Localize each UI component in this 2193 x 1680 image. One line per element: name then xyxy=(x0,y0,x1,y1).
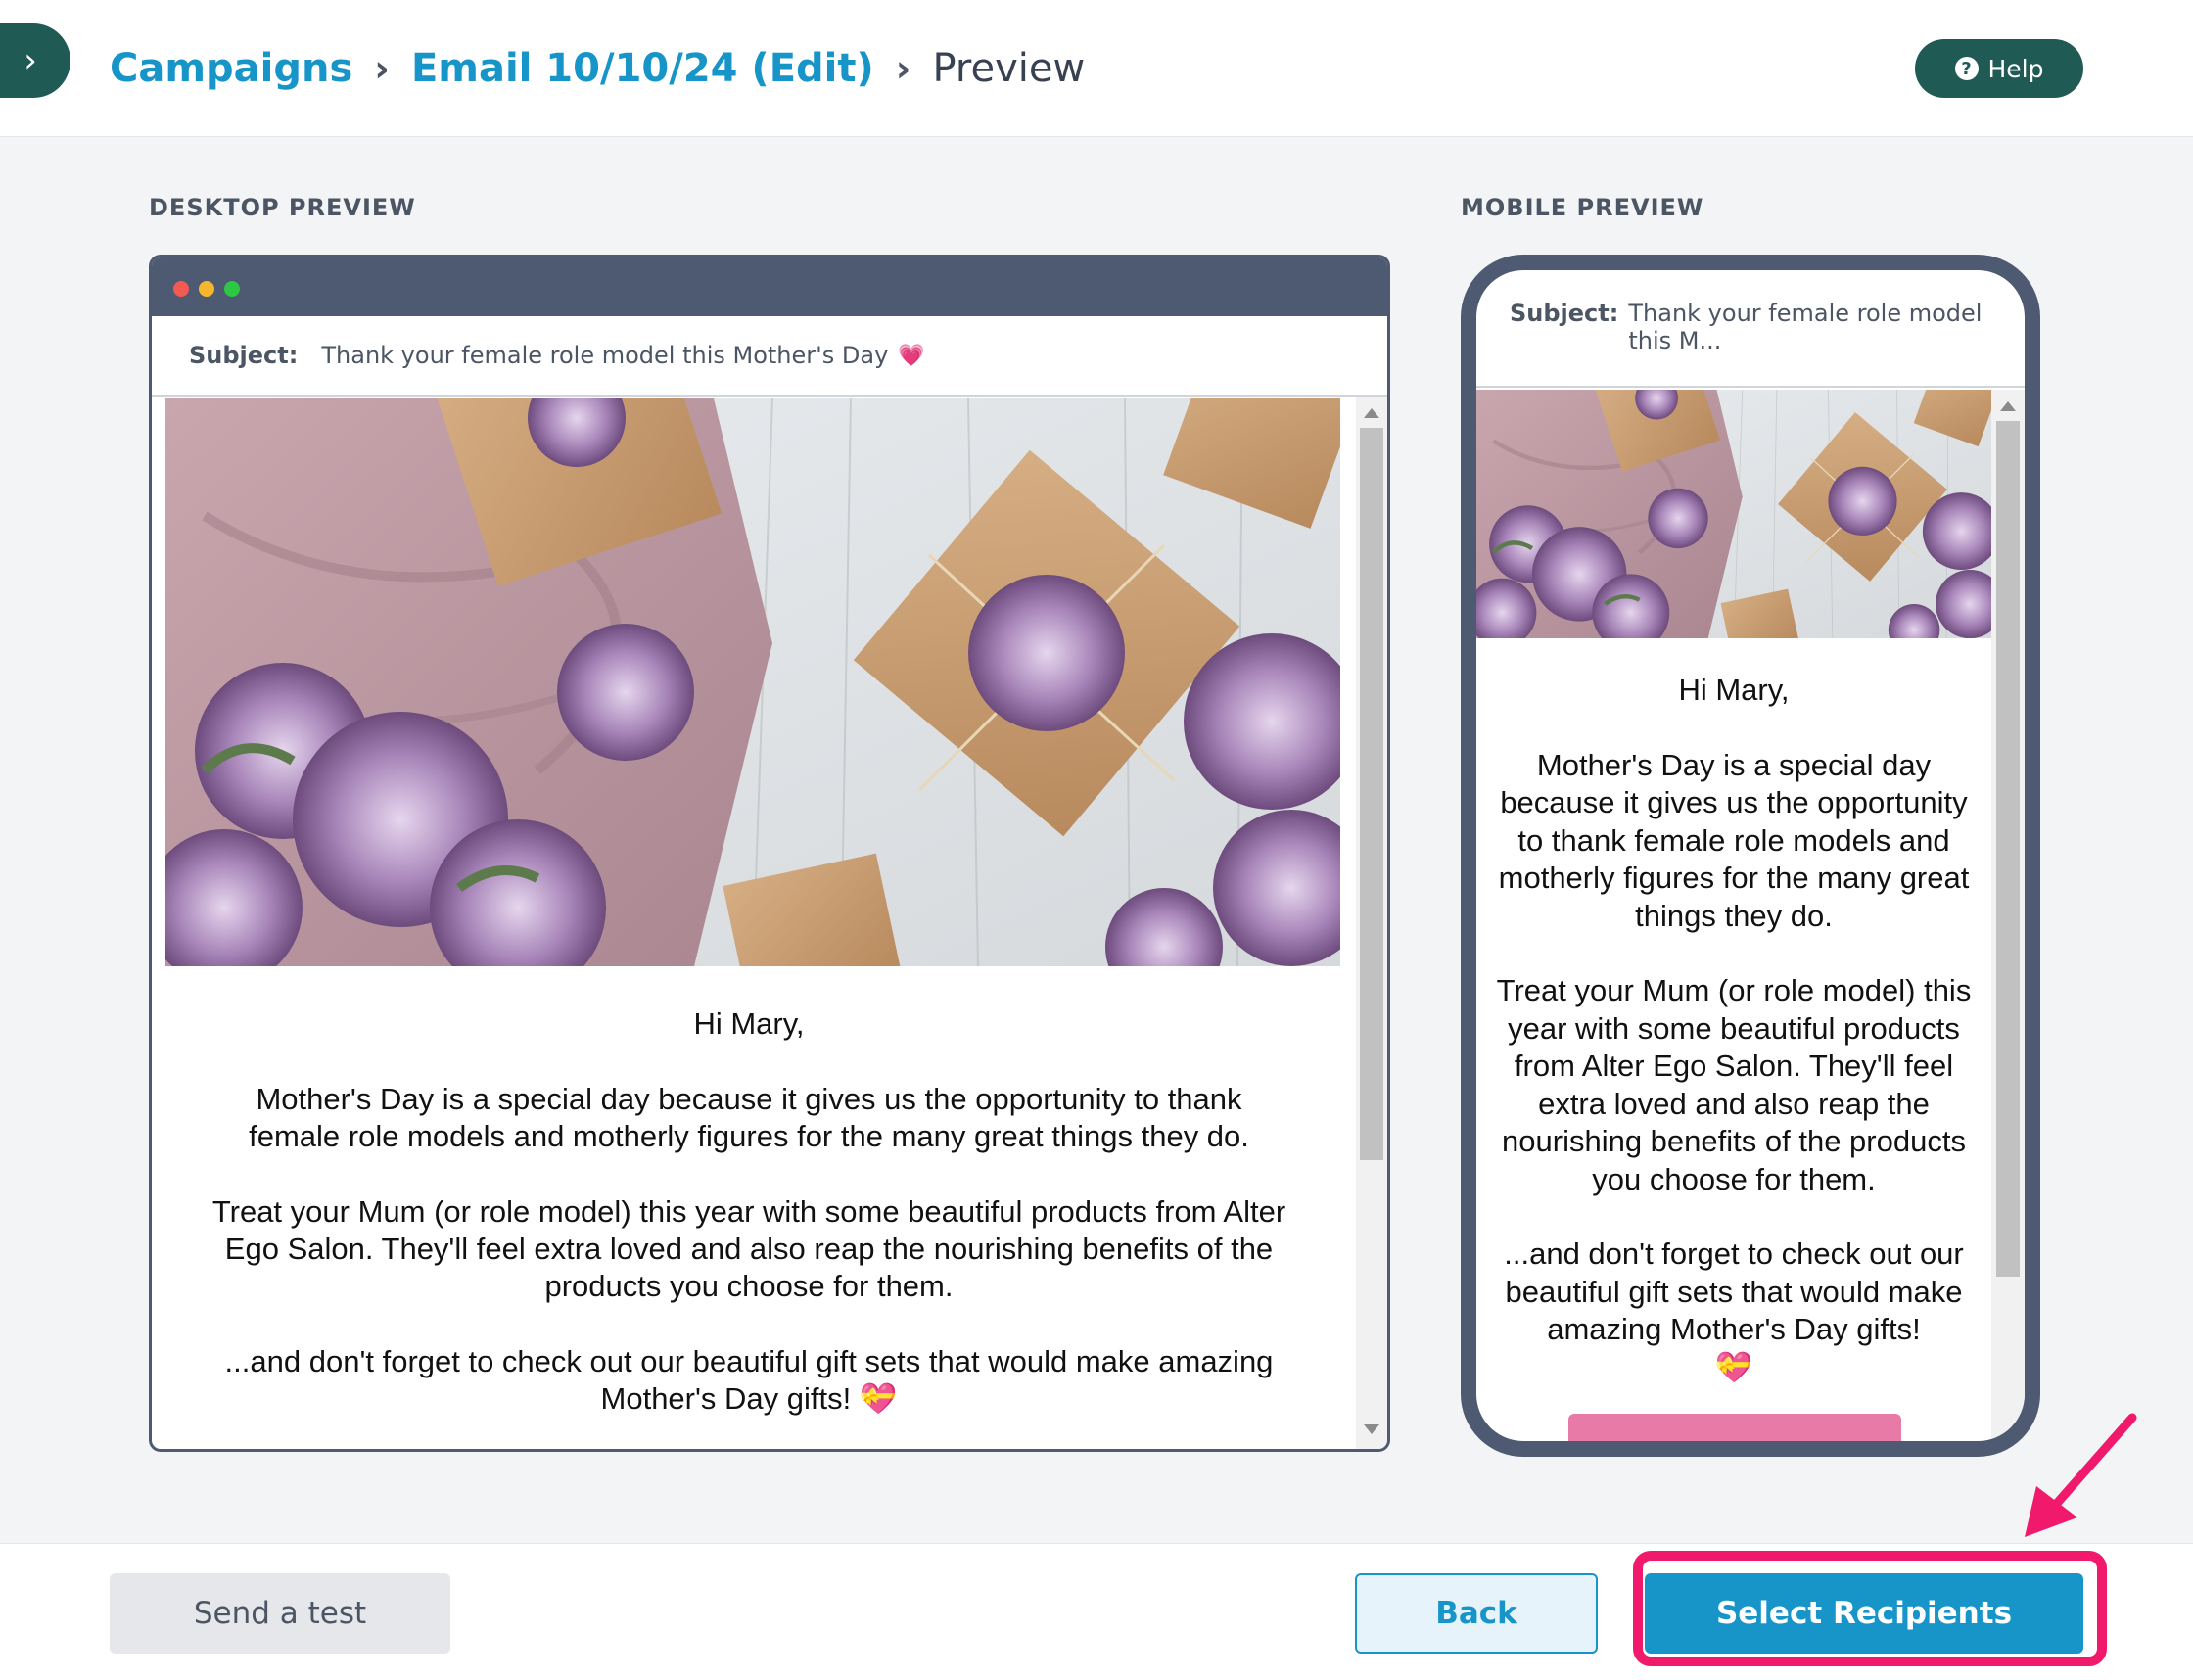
desktop-scrollbar[interactable] xyxy=(1356,397,1387,1449)
email-paragraph-3: ...and don't forget to check out our bea… xyxy=(1504,1237,1964,1384)
scroll-thumb[interactable] xyxy=(1360,428,1383,1160)
hero-image xyxy=(1476,390,1991,638)
subject-label: Subject: xyxy=(1510,300,1619,327)
scroll-thumb[interactable] xyxy=(1996,421,2020,1277)
window-titlebar xyxy=(152,257,1387,316)
chevron-right-icon: › xyxy=(895,47,911,90)
email-paragraph-1: Mother's Day is a special day because it… xyxy=(249,1082,1249,1153)
back-button[interactable]: Back xyxy=(1355,1573,1598,1654)
subject-label: Subject: xyxy=(189,342,299,369)
chevron-right-icon: › xyxy=(374,47,390,90)
sidebar-toggle-button[interactable]: › xyxy=(0,23,70,98)
scroll-up-icon[interactable] xyxy=(2000,401,2016,411)
send-test-button[interactable]: Send a test xyxy=(110,1573,450,1654)
email-body: Hi Mary, Mother's Day is a special day b… xyxy=(210,1005,1287,1449)
mobile-scrollbar[interactable] xyxy=(1991,390,2025,1441)
email-greeting: Hi Mary, xyxy=(1678,673,1790,707)
gift-heart-icon: 💝 xyxy=(859,1381,898,1416)
close-dot-icon xyxy=(173,281,189,297)
help-button[interactable]: ? Help xyxy=(1915,39,2083,98)
desktop-preview-label: DESKTOP PREVIEW xyxy=(149,194,416,221)
subject-text: Thank your female role model this Mother… xyxy=(321,342,889,369)
email-cta-button[interactable] xyxy=(1568,1414,1901,1441)
email-paragraph-2: Treat your Mum (or role model) this year… xyxy=(1496,973,1972,1196)
mobile-preview-frame: Subject: Thank your female role model th… xyxy=(1461,255,2040,1457)
email-paragraph-1: Mother's Day is a special day because it… xyxy=(1498,747,1970,933)
annotation-highlight xyxy=(1633,1551,2107,1666)
breadcrumb-email-link[interactable]: Email 10/10/24 (Edit) xyxy=(411,46,874,91)
heart-icon: 💗 xyxy=(898,343,925,368)
help-label: Help xyxy=(1987,54,2044,83)
desktop-subject-row: Subject: Thank your female role model th… xyxy=(152,316,1387,397)
email-body: Hi Mary, Mother's Day is a special day b… xyxy=(1492,672,1976,1423)
mobile-subject-row: Subject: Thank your female role model th… xyxy=(1476,270,2025,388)
question-circle-icon: ? xyxy=(1954,57,1979,80)
chevron-right-icon: › xyxy=(23,41,37,80)
email-paragraph-2: Treat your Mum (or role model) this year… xyxy=(211,1194,1286,1303)
top-header: › Campaigns › Email 10/10/24 (Edit) › Pr… xyxy=(0,0,2193,137)
desktop-email-content[interactable]: Hi Mary, Mother's Day is a special day b… xyxy=(152,397,1387,1449)
mobile-email-content[interactable]: Hi Mary, Mother's Day is a special day b… xyxy=(1476,390,2025,1441)
scroll-down-icon[interactable] xyxy=(1364,1424,1379,1434)
hero-image xyxy=(165,398,1340,966)
mobile-preview-label: MOBILE PREVIEW xyxy=(1461,194,1704,221)
maximize-dot-icon xyxy=(224,281,240,297)
desktop-preview-frame: Subject: Thank your female role model th… xyxy=(149,255,1390,1452)
minimize-dot-icon xyxy=(199,281,214,297)
annotation-arrow-icon xyxy=(2025,1413,2137,1537)
breadcrumb-current: Preview xyxy=(932,46,1086,91)
gift-heart-icon: 💝 xyxy=(1714,1349,1753,1384)
breadcrumb-campaigns-link[interactable]: Campaigns xyxy=(110,46,352,91)
scroll-up-icon[interactable] xyxy=(1364,408,1379,418)
breadcrumb: Campaigns › Email 10/10/24 (Edit) › Prev… xyxy=(110,39,1085,98)
email-paragraph-3: ...and don't forget to check out our bea… xyxy=(224,1344,1274,1416)
email-greeting: Hi Mary, xyxy=(693,1006,805,1041)
subject-text: Thank your female role model this M... xyxy=(1628,300,1983,354)
